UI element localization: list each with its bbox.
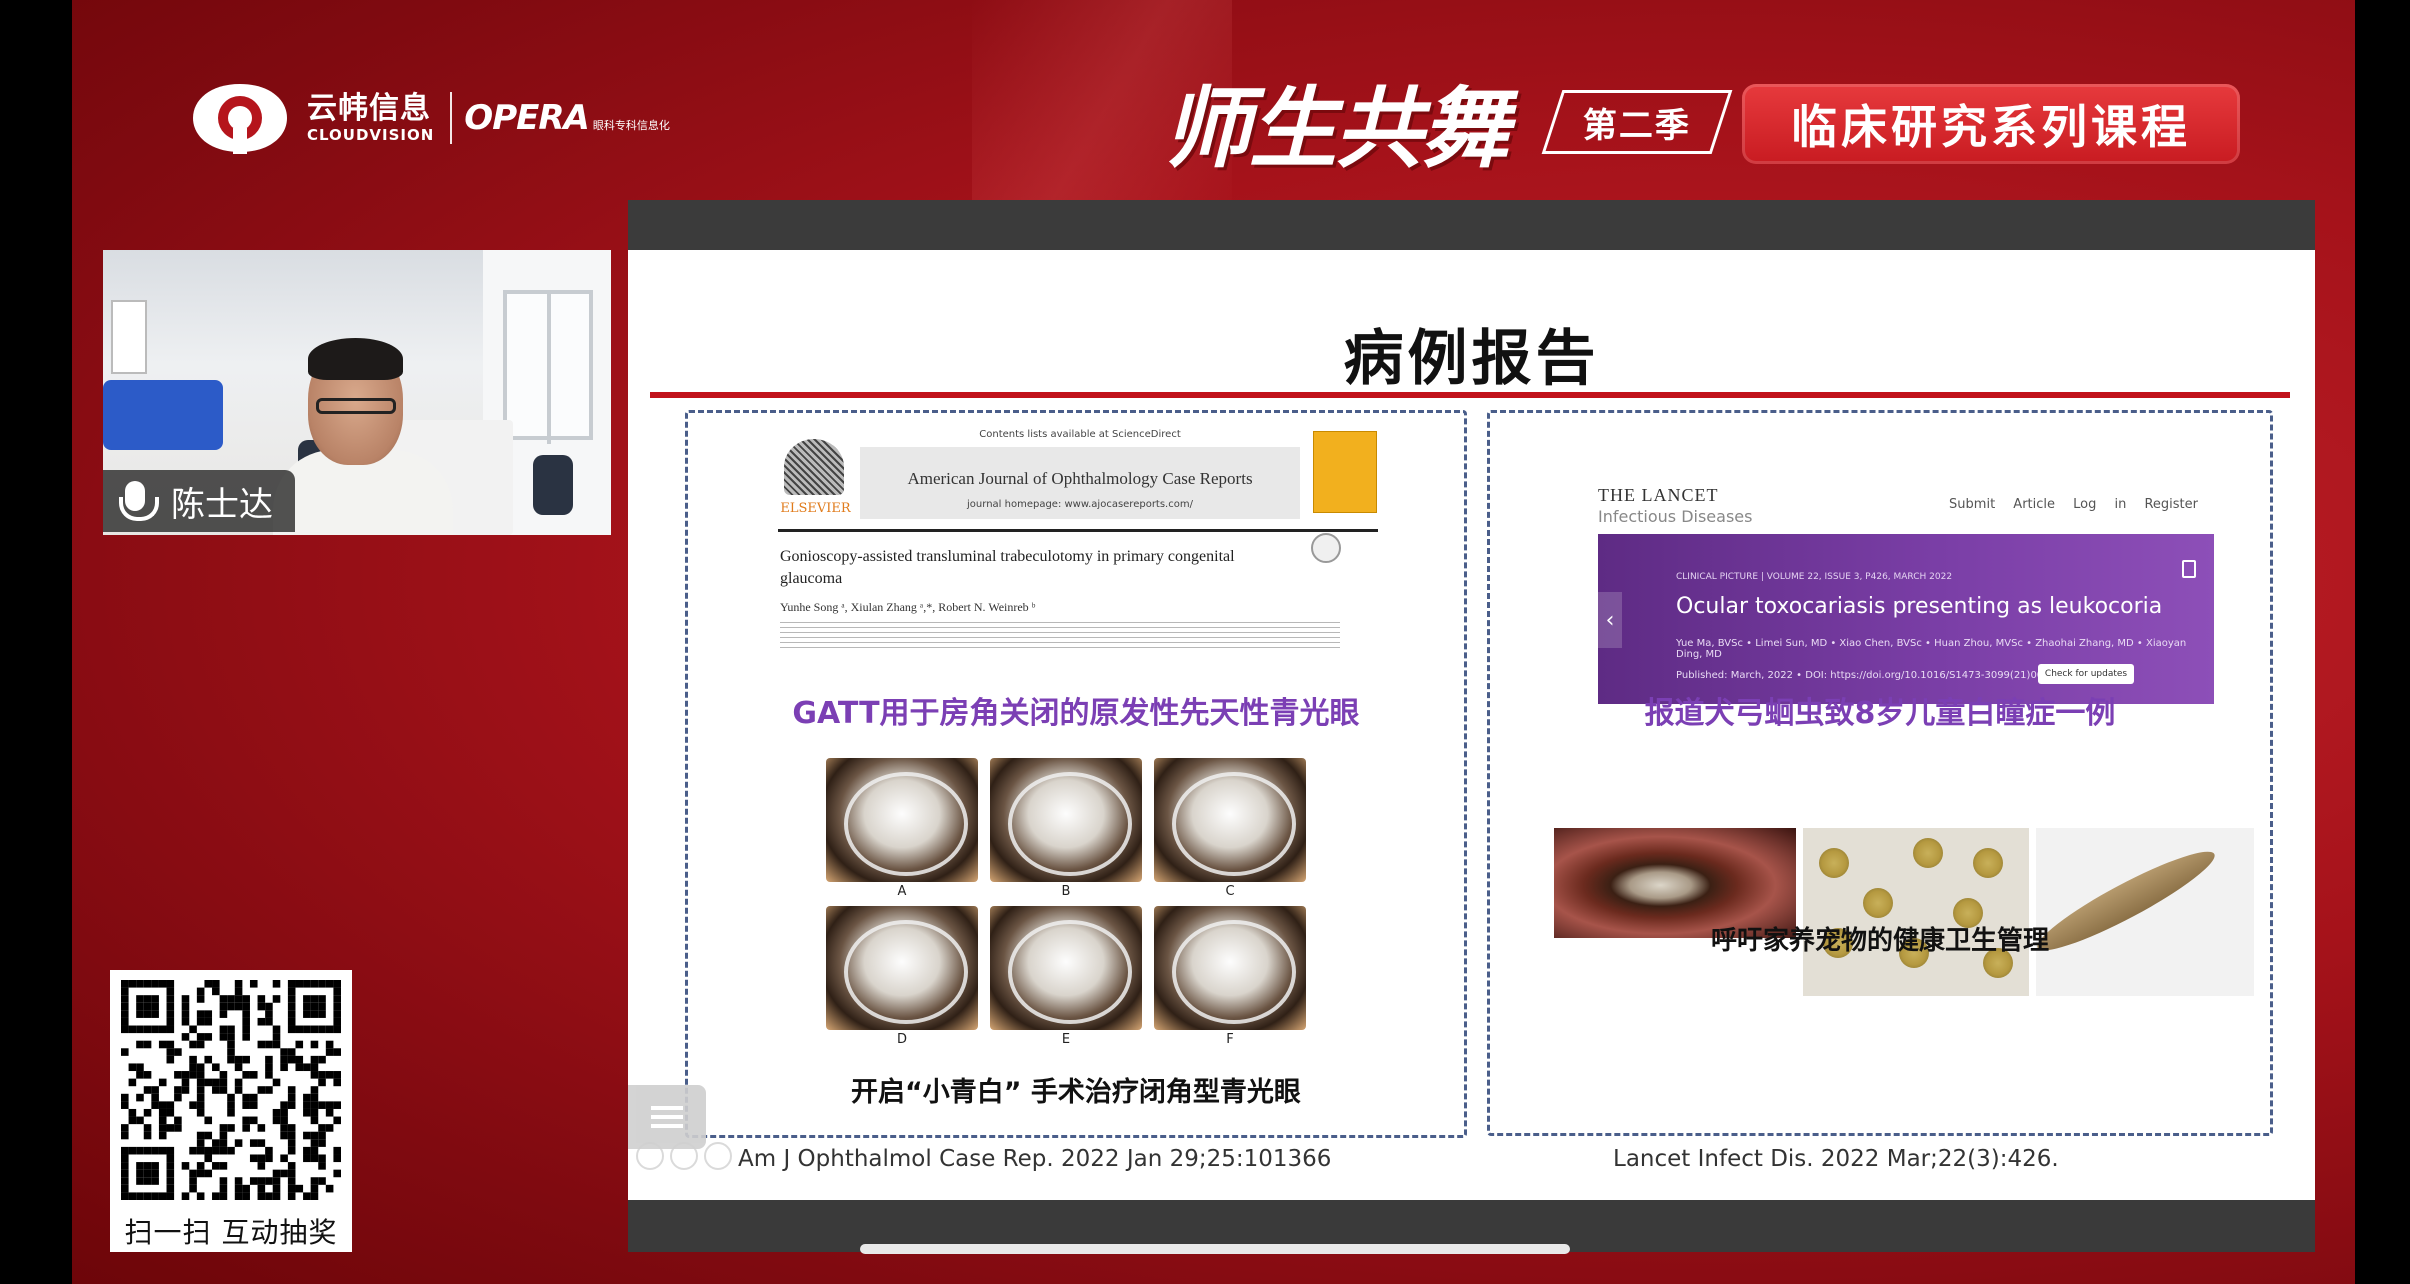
figure-label: F — [1226, 1032, 1234, 1047]
journal-rule — [778, 529, 1378, 532]
ajo-article-header: ELSEVIER Contents lists available at Sci… — [778, 425, 1378, 535]
figure-label: A — [897, 884, 907, 899]
right-citation: Lancet Infect Dis. 2022 Mar;22(3):426. — [1613, 1146, 2059, 1172]
microphone-icon — [113, 479, 159, 523]
speaker-name-bar: 陈士达 — [103, 470, 295, 532]
menu-icon — [651, 1115, 683, 1119]
journal-cover-image — [1313, 431, 1377, 513]
progress-scrollbar[interactable] — [860, 1244, 1570, 1254]
surgery-image-d — [826, 906, 978, 1030]
title-underline — [650, 392, 2290, 398]
speaker-name: 陈士达 — [171, 484, 273, 525]
check-updates-badge: Check for updates — [2038, 664, 2134, 684]
right-bottom-text: 呼吁家养宠物的健康卫生管理 — [1710, 926, 2049, 956]
elsevier-wordmark: ELSEVIER — [780, 501, 851, 516]
surgery-image-b — [990, 758, 1142, 882]
lancet-subtitle: Infectious Diseases — [1598, 507, 1753, 526]
eraser-tool-icon[interactable] — [704, 1142, 732, 1170]
figure-label: D — [896, 1032, 907, 1047]
left-caption: GATT用于房角关闭的原发性先天性青光眼 — [792, 696, 1360, 731]
lancet-nav: Submit Article Log in Register — [1949, 497, 2198, 512]
stream-screen: 云帏信息 CLOUDVISION OPERA 眼科专科信息化 师生共舞 第二季 … — [0, 0, 2410, 1284]
season-text: 第二季 — [1583, 105, 1691, 146]
banner-meta: CLINICAL PICTURE | VOLUME 22, ISSUE 3, P… — [1676, 572, 1953, 582]
bookmark-icon — [2182, 560, 2196, 578]
qr-code — [110, 970, 352, 1210]
lancet-title: THE LANCET — [1598, 485, 1719, 505]
article-authors: Yunhe Song ᵃ, Xiulan Zhang ᵃ,*, Robert N… — [780, 600, 1036, 614]
banner-authors: Yue Ma, BVSc • Limei Sun, MD • Xiao Chen… — [1676, 638, 2187, 660]
chevron-left-icon: ‹ — [1598, 592, 1622, 648]
slide-window-topbar — [628, 200, 2315, 250]
cloudvision-mark-icon — [185, 78, 295, 158]
lancet-article-banner: ‹ CLINICAL PICTURE | VOLUME 22, ISSUE 3,… — [1598, 534, 2214, 704]
course-banner: 临床研究系列课程 — [1742, 84, 2240, 164]
left-citation: Am J Ophthalmol Case Rep. 2022 Jan 29;25… — [738, 1146, 1332, 1172]
surgery-image-f — [1154, 906, 1306, 1030]
surgery-image-a — [826, 758, 978, 882]
slide: 病例报告 ELSEVIER Contents lists available a… — [628, 250, 2315, 1200]
crossmark-icon — [1311, 533, 1341, 563]
larva-image — [2036, 828, 2254, 996]
journal-availability: Contents lists available at ScienceDirec… — [979, 429, 1181, 440]
article-title: Gonioscopy-assisted transluminal trabecu… — [780, 548, 1235, 587]
journal-homepage: journal homepage: www.ajocasereports.com… — [967, 499, 1193, 510]
opera-logo: OPERA — [464, 98, 590, 138]
article-affiliations — [780, 622, 1340, 648]
logo-english-name: CLOUDVISION — [307, 125, 435, 144]
journal-name: American Journal of Ophthalmology Case R… — [907, 469, 1253, 488]
cloudvision-logo: 云帏信息 CLOUDVISION OPERA 眼科专科信息化 — [185, 78, 670, 158]
slide-window: 病例报告 ELSEVIER Contents lists available a… — [628, 200, 2315, 1252]
surgery-image-e — [990, 906, 1142, 1030]
surgery-image-c — [1154, 758, 1306, 882]
elsevier-logo: ELSEVIER — [778, 435, 853, 519]
slide-menu-button[interactable] — [628, 1085, 706, 1149]
qr-label: 扫一扫 互动抽奖 — [110, 1210, 352, 1252]
slide-title: 病例报告 — [1343, 324, 1600, 394]
banner-title: Ocular toxocariasis presenting as leukoc… — [1676, 594, 2163, 619]
opera-logo-sub: 眼科专科信息化 — [592, 119, 670, 132]
figure-label: B — [1061, 884, 1071, 899]
series-title-text: 师生共舞 — [1163, 76, 1509, 180]
toxocara-eggs-image — [1803, 828, 2029, 996]
left-bottom-text: 开启“小青白” 手术治疗闭角型青光眼 — [851, 1077, 1301, 1108]
elsevier-tree-icon — [784, 439, 844, 495]
right-caption: 报道犬弓蛔虫致8岁儿童白瞳症一例 — [1644, 696, 2116, 731]
season-badge: 第二季 — [1541, 90, 1733, 154]
qr-code-image — [121, 980, 341, 1200]
figure-label: C — [1225, 884, 1235, 899]
logo-chinese-name: 云帏信息 — [307, 90, 431, 126]
figure-label: E — [1061, 1032, 1071, 1047]
series-title: 师生共舞 — [1163, 66, 1509, 180]
logo-divider — [450, 92, 453, 144]
banner-published: Published: March, 2022 • DOI: https://do… — [1676, 670, 2073, 681]
